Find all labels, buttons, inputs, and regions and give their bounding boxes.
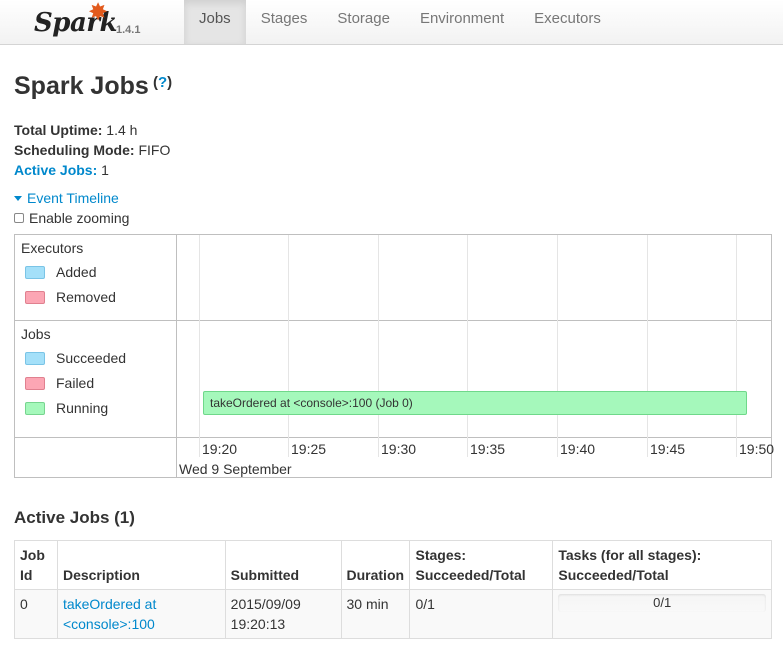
- table-row: 0 takeOrdered at <console>:100 2015/09/0…: [14, 589, 772, 639]
- axis-tick: [378, 437, 379, 457]
- job-timeline-bar[interactable]: takeOrdered at <console>:100 (Job 0): [203, 391, 747, 415]
- scheduling-mode-row: Scheduling Mode: FIFO: [14, 140, 170, 160]
- tab-executors[interactable]: Executors: [519, 0, 616, 44]
- axis-label: 19:35: [470, 441, 506, 457]
- zoom-option: Enable zooming: [14, 210, 129, 226]
- succeeded-swatch: [25, 351, 45, 365]
- active-jobs-table: Job Id Description Submitted Duration St…: [14, 540, 772, 639]
- legend-running-label: Running: [56, 400, 109, 416]
- legend-running: Running: [25, 400, 108, 416]
- grid-line: [199, 235, 200, 437]
- uptime-value: 1.4 h: [106, 122, 138, 138]
- enable-zooming-checkbox[interactable]: [14, 213, 24, 223]
- tasks-cell: 0/1: [552, 589, 772, 639]
- removed-swatch: [25, 290, 45, 304]
- tasks-progress-bar: 0/1: [558, 594, 766, 612]
- legend-failed: Failed: [25, 375, 94, 391]
- scheduling-mode-value: FIFO: [138, 142, 171, 158]
- col-header-tasks[interactable]: Tasks (for all stages): Succeeded/Total: [552, 540, 772, 590]
- running-swatch: [25, 401, 45, 415]
- axis-tick: [288, 437, 289, 457]
- axis-label: 19:45: [650, 441, 686, 457]
- col-header-submitted[interactable]: Submitted: [224, 540, 342, 590]
- uptime-row: Total Uptime: 1.4 h: [14, 120, 170, 140]
- axis-label: 19:40: [560, 441, 596, 457]
- col-header-job-id[interactable]: Job Id: [14, 540, 58, 590]
- active-jobs-count: 1: [101, 162, 109, 178]
- axis-tick: [467, 437, 468, 457]
- table-header-row: Job Id Description Submitted Duration St…: [14, 540, 772, 590]
- scheduling-mode-label: Scheduling Mode:: [14, 142, 135, 158]
- caret-down-icon: [14, 196, 22, 201]
- submitted-cell: 2015/09/09 19:20:13: [224, 589, 342, 639]
- legend-removed-label: Removed: [56, 289, 116, 305]
- description-cell: takeOrdered at <console>:100: [56, 589, 226, 639]
- stages-cell: 0/1: [409, 589, 554, 639]
- col-header-duration[interactable]: Duration: [340, 540, 411, 590]
- nav-tabs: Jobs Stages Storage Environment Executor…: [184, 0, 616, 44]
- job-description-link[interactable]: takeOrdered at <console>:100: [63, 596, 156, 632]
- top-navbar: Spark ✸ 1.4.1 Jobs Stages Storage Enviro…: [0, 0, 783, 45]
- legend-added-label: Added: [56, 264, 97, 280]
- event-timeline-toggle[interactable]: Event Timeline: [14, 190, 119, 206]
- executors-title: Executors: [21, 240, 84, 256]
- col-header-description[interactable]: Description: [56, 540, 226, 590]
- group-divider: [15, 320, 771, 321]
- axis-tick: [199, 437, 200, 457]
- axis-tick: [557, 437, 558, 457]
- uptime-label: Total Uptime:: [14, 122, 103, 138]
- axis-tick: [647, 437, 648, 457]
- active-jobs-title: Active Jobs (1): [14, 508, 135, 527]
- axis-label: 19:25: [291, 441, 327, 457]
- version-label: 1.4.1: [116, 24, 141, 36]
- tab-storage[interactable]: Storage: [322, 0, 405, 44]
- active-jobs-link[interactable]: Active Jobs:: [14, 162, 97, 178]
- enable-zooming-label[interactable]: Enable zooming: [29, 210, 129, 226]
- tab-environment[interactable]: Environment: [405, 0, 519, 44]
- spark-logo[interactable]: Spark ✸ 1.4.1: [32, 0, 182, 42]
- axis-label: 19:20: [202, 441, 238, 457]
- tasks-progress-label: 0/1: [653, 595, 672, 610]
- duration-cell: 30 min: [340, 589, 411, 639]
- tab-jobs[interactable]: Jobs: [184, 0, 246, 44]
- event-timeline[interactable]: Executors Added Removed Jobs Succeeded F…: [14, 234, 775, 478]
- legend-failed-label: Failed: [56, 375, 95, 391]
- active-jobs-row: Active Jobs: 1: [14, 160, 170, 180]
- summary-list: Total Uptime: 1.4 h Scheduling Mode: FIF…: [14, 120, 170, 180]
- col-header-stages[interactable]: Stages: Succeeded/Total: [409, 540, 554, 590]
- timeline-legend-panel: Executors Added Removed Jobs Succeeded F…: [15, 235, 177, 477]
- axis-label: 19:30: [381, 441, 417, 457]
- legend-succeeded-label: Succeeded: [56, 350, 127, 366]
- job-id-cell: 0: [14, 589, 58, 639]
- axis-date: Wed 9 September: [179, 461, 292, 477]
- page-title: Spark Jobs: [14, 72, 149, 100]
- legend-succeeded: Succeeded: [25, 350, 126, 366]
- added-swatch: [25, 265, 45, 279]
- axis-label: 19:50: [739, 441, 775, 457]
- legend-added: Added: [25, 264, 96, 280]
- tab-stages[interactable]: Stages: [246, 0, 323, 44]
- legend-removed: Removed: [25, 289, 116, 305]
- axis-divider: [15, 437, 771, 438]
- failed-swatch: [25, 376, 45, 390]
- spark-star-icon: ✸: [88, 0, 109, 26]
- axis-tick: [736, 437, 737, 457]
- event-timeline-label: Event Timeline: [27, 190, 119, 206]
- help-icon[interactable]: ?: [158, 74, 167, 91]
- help-link[interactable]: (?): [153, 74, 172, 91]
- jobs-title: Jobs: [21, 326, 51, 342]
